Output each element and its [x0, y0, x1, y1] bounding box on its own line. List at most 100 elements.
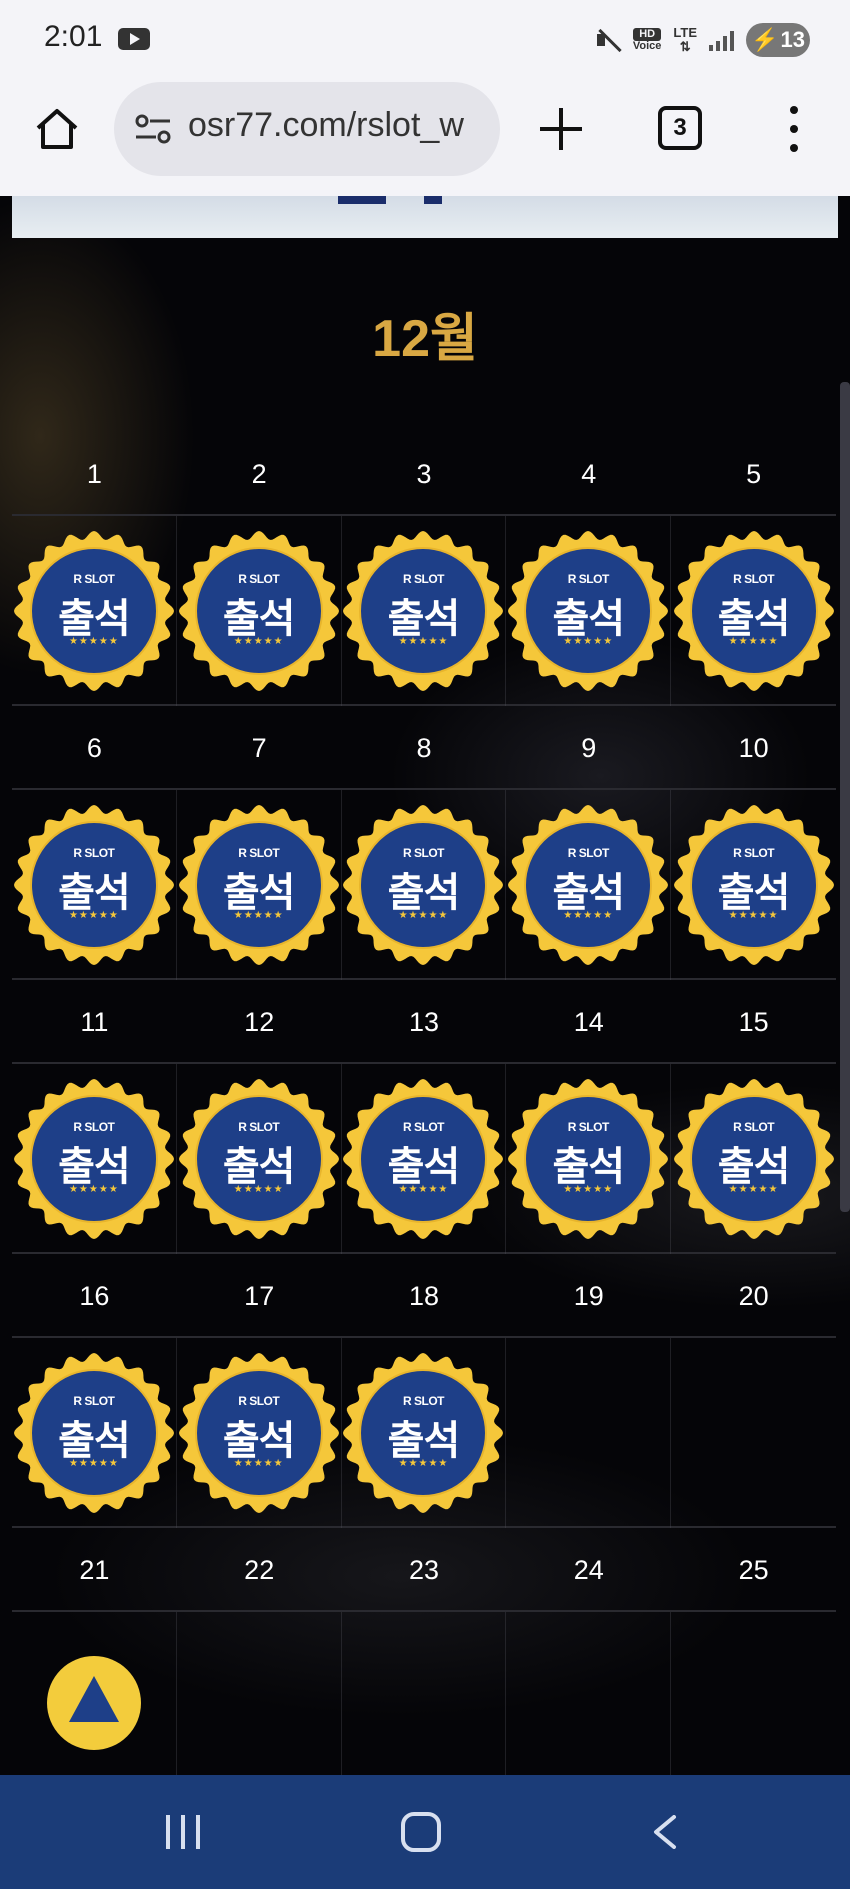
- page-scrollbar[interactable]: [840, 382, 850, 1212]
- day-number: 4: [581, 459, 597, 489]
- day-number: 13: [408, 1007, 440, 1037]
- stamp-stars: ★★★★★: [398, 636, 449, 647]
- attendance-stamp: R SLOT 출석 ★★★★★: [13, 1352, 175, 1514]
- stamp-stars: ★★★★★: [728, 910, 779, 921]
- day-number: 6: [86, 733, 102, 763]
- day-cell[interactable]: R SLOT 출석 ★★★★★: [12, 1064, 177, 1254]
- day-cell[interactable]: R SLOT 출석 ★★★★★: [506, 1064, 672, 1254]
- stamp-brand: R SLOT: [238, 1120, 280, 1134]
- lte-icon: LTE ⇅: [673, 25, 697, 54]
- day-number: 3: [416, 459, 432, 489]
- day-cell[interactable]: R SLOT 출석 ★★★★★: [177, 1338, 342, 1528]
- stamp-stars: ★★★★★: [563, 636, 614, 647]
- attendance-stamp: R SLOT 출석 ★★★★★: [342, 530, 504, 692]
- day-cell[interactable]: [342, 1612, 507, 1775]
- status-icons: HD Voice LTE ⇅ ⚡ 13: [595, 22, 810, 58]
- day-number: 7: [251, 733, 267, 763]
- day-number-row: 16 17 18 19 20: [12, 1254, 836, 1338]
- day-number: 19: [573, 1281, 604, 1311]
- day-number: 5: [746, 459, 762, 489]
- stamp-stars: ★★★★★: [233, 636, 284, 647]
- site-settings-icon[interactable]: [134, 112, 172, 146]
- attendance-stamp: R SLOT 출석 ★★★★★: [178, 1352, 340, 1514]
- attendance-stamp: R SLOT 출석 ★★★★★: [507, 1078, 669, 1240]
- day-cell[interactable]: R SLOT 출석 ★★★★★: [177, 790, 342, 980]
- day-number: 14: [573, 1007, 604, 1037]
- day-cell[interactable]: R SLOT 출석 ★★★★★: [342, 516, 507, 706]
- tab-switcher-button[interactable]: 3: [658, 106, 702, 150]
- stamp-stars: ★★★★★: [398, 1184, 449, 1195]
- battery-icon: ⚡ 13: [746, 23, 810, 57]
- day-number: 22: [244, 1555, 275, 1585]
- stamp-stars: ★★★★★: [233, 910, 284, 921]
- day-cell[interactable]: R SLOT 출석 ★★★★★: [506, 790, 672, 980]
- day-cell[interactable]: R SLOT 출석 ★★★★★: [12, 790, 177, 980]
- day-number: 9: [581, 733, 597, 763]
- attendance-stamp: R SLOT 출석 ★★★★★: [13, 804, 175, 966]
- stamp-stars: ★★★★★: [233, 1184, 284, 1195]
- day-number: 18: [408, 1281, 440, 1311]
- day-number-row: 6 7 8 9 10: [12, 706, 836, 790]
- hd-voice-icon: HD Voice: [632, 28, 662, 52]
- attendance-stamp: R SLOT 출석 ★★★★★: [178, 804, 340, 966]
- day-cell[interactable]: R SLOT 출석 ★★★★★: [177, 1064, 342, 1254]
- day-cell[interactable]: [506, 1338, 672, 1528]
- stamp-stars: ★★★★★: [728, 636, 779, 647]
- day-cell[interactable]: [671, 1338, 836, 1528]
- top-banner: [12, 196, 838, 238]
- stamp-stars: ★★★★★: [563, 1184, 614, 1195]
- stamp-row: R SLOT 출석 ★★★★★ R SLOT 출석 ★★★★★ R SLOT 출석 ★★★★★: [12, 1338, 836, 1528]
- address-bar[interactable]: osr77.com/rslot_w: [114, 82, 500, 176]
- stamp-brand: R SLOT: [238, 846, 280, 860]
- more-menu-icon[interactable]: [786, 106, 802, 152]
- back-button[interactable]: [650, 1815, 680, 1849]
- home-icon[interactable]: [34, 106, 80, 152]
- new-tab-button[interactable]: [540, 108, 582, 150]
- stamp-brand: R SLOT: [402, 846, 445, 860]
- day-number-row: 21 22 23 24 25: [12, 1528, 836, 1612]
- stamp-row: R SLOT 출석 ★★★★★ R SLOT 출석 ★★★★★ R SLOT 출석 ★★★★★ R…: [12, 790, 836, 980]
- network-label: LTE: [673, 25, 697, 40]
- day-cell[interactable]: R SLOT 출석 ★★★★★: [12, 516, 177, 706]
- day-cell[interactable]: R SLOT 출석 ★★★★★: [342, 1338, 507, 1528]
- day-cell[interactable]: [506, 1612, 672, 1775]
- stamp-stars: ★★★★★: [728, 1184, 779, 1195]
- battery-level: 13: [780, 27, 805, 52]
- day-cell[interactable]: R SLOT 출석 ★★★★★: [671, 790, 836, 980]
- day-cell[interactable]: R SLOT 출석 ★★★★★: [12, 1338, 177, 1528]
- attendance-stamp: R SLOT 출석 ★★★★★: [507, 530, 669, 692]
- day-number: 20: [738, 1281, 769, 1311]
- charging-icon: ⚡: [751, 27, 779, 52]
- attendance-stamp: R SLOT 출석 ★★★★★: [178, 530, 340, 692]
- attendance-stamp: R SLOT 출석 ★★★★★: [13, 1078, 175, 1240]
- attendance-stamp: R SLOT 출석 ★★★★★: [342, 804, 504, 966]
- day-number: 1: [86, 459, 102, 489]
- month-title: 12월: [372, 310, 478, 368]
- url-text[interactable]: osr77.com/rslot_w: [188, 106, 488, 145]
- day-cell[interactable]: R SLOT 출석 ★★★★★: [177, 516, 342, 706]
- scroll-to-top-button[interactable]: [47, 1656, 141, 1750]
- recent-apps-button[interactable]: [166, 1815, 202, 1849]
- stamp-brand: R SLOT: [73, 1120, 115, 1134]
- day-cell[interactable]: [671, 1612, 836, 1775]
- system-navigation-bar: [0, 1775, 850, 1889]
- attendance-stamp: R SLOT 출석 ★★★★★: [342, 1078, 504, 1240]
- home-button[interactable]: [401, 1812, 441, 1852]
- day-cell[interactable]: [177, 1612, 342, 1775]
- day-cell[interactable]: R SLOT 출석 ★★★★★: [671, 1064, 836, 1254]
- day-cell[interactable]: R SLOT 출석 ★★★★★: [342, 790, 507, 980]
- stamp-brand: R SLOT: [402, 572, 445, 586]
- stamp-brand: R SLOT: [238, 572, 280, 586]
- web-content: 12월 12345R SLOT 출석 ★★★★★ R SLOT 출석 ★★★★★ R SLO…: [0, 196, 850, 1775]
- day-number: 2: [251, 459, 267, 489]
- day-number-row: 11 12 13 14 15: [12, 980, 836, 1064]
- day-cell[interactable]: R SLOT 출석 ★★★★★: [671, 516, 836, 706]
- stamp-stars: ★★★★★: [233, 1458, 284, 1469]
- attendance-stamp: R SLOT 출석 ★★★★★: [507, 804, 669, 966]
- browser-toolbar: osr77.com/rslot_w 3: [0, 76, 850, 196]
- stamp-stars: ★★★★★: [398, 910, 449, 921]
- attendance-stamp: R SLOT 출석 ★★★★★: [673, 530, 835, 692]
- stamp-brand: R SLOT: [567, 846, 610, 860]
- day-cell[interactable]: R SLOT 출석 ★★★★★: [506, 516, 672, 706]
- day-cell[interactable]: R SLOT 출석 ★★★★★: [342, 1064, 507, 1254]
